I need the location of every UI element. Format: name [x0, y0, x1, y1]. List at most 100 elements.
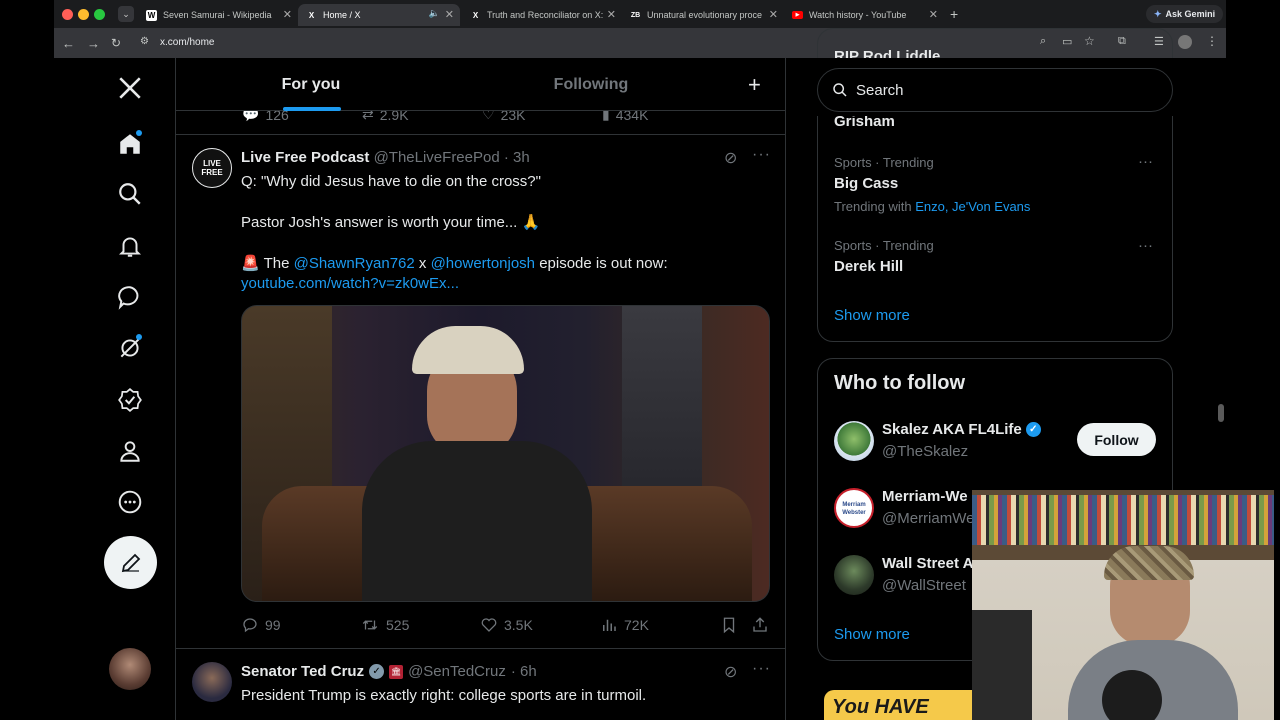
promo-banner[interactable]: You HAVE	[824, 690, 974, 720]
x-home-logo-icon[interactable]	[110, 68, 150, 108]
notification-dot	[136, 130, 142, 136]
us-government-icon: 🏛	[389, 664, 404, 679]
home-icon[interactable]	[110, 124, 150, 164]
previous-post-actions: 💬 126 ⇄ 2.9K ♡ 23K ▮ 434K	[176, 111, 785, 135]
gemini-sparkle-icon: ✦	[1154, 8, 1162, 19]
minimize-window-button[interactable]	[78, 9, 89, 20]
ask-gemini-button[interactable]: ✦ Ask Gemini	[1146, 5, 1224, 23]
user-name[interactable]: Wall Street A	[882, 555, 973, 572]
post-time[interactable]: · 6h	[511, 663, 537, 680]
close-window-button[interactable]	[62, 9, 73, 20]
post-live-free-podcast[interactable]: LIVE FREE Live Free Podcast @TheLiveFree…	[176, 136, 785, 649]
author-name[interactable]: Senator Ted Cruz	[241, 663, 364, 680]
profile-avatar-icon[interactable]	[1178, 35, 1192, 49]
user-avatar[interactable]	[834, 421, 874, 461]
post-senator-ted-cruz[interactable]: Senator Ted Cruz ✓ 🏛 @SenTedCruz · 6h ⊘ …	[176, 650, 785, 720]
account-avatar[interactable]	[109, 648, 151, 690]
messages-icon[interactable]	[110, 277, 150, 317]
close-tab-icon[interactable]: ✕	[929, 8, 938, 21]
user-avatar[interactable]: Merriam Webster	[834, 488, 874, 528]
tab-home-x[interactable]: X Home / X 🔈 ✕	[298, 4, 460, 26]
tab-label: Truth and Reconciliator on X:	[487, 10, 604, 20]
tab-youtube-history[interactable]: ▶ Watch history - YouTube ✕	[784, 4, 944, 26]
post-more-icon[interactable]: ···	[752, 146, 771, 164]
repost-count: 2.9K	[379, 111, 409, 123]
like-button[interactable]: ♡ 23K	[482, 111, 525, 123]
follow-show-more-link[interactable]: Show more	[834, 626, 910, 643]
repost-button[interactable]: ⇄ 2.9K	[362, 111, 409, 123]
views-button[interactable]: ▮ 434K	[602, 111, 648, 123]
close-tab-icon[interactable]: ✕	[445, 8, 454, 21]
more-options-icon[interactable]	[110, 482, 150, 522]
user-handle: @WallStreet	[882, 577, 966, 594]
grok-explain-icon[interactable]: ⊘	[724, 662, 737, 682]
follow-suggestion[interactable]: Skalez AKA FL4Life ✓ @TheSkalez Follow	[818, 417, 1172, 479]
follow-button[interactable]: Follow	[1077, 423, 1156, 456]
trends-show-more-link[interactable]: Show more	[834, 307, 910, 324]
tab-unnatural-evolutionary[interactable]: ZB Unnatural evolutionary proce ✕	[622, 4, 784, 26]
user-avatar[interactable]	[834, 555, 874, 595]
post-more-icon[interactable]: ···	[752, 660, 771, 678]
site-info-icon[interactable]: ⚙	[140, 36, 149, 47]
user-name[interactable]: Skalez AKA FL4Life	[882, 421, 1022, 438]
back-icon[interactable]: ←	[62, 36, 75, 51]
like-button[interactable]: 3.5K	[480, 616, 533, 634]
explore-search-icon[interactable]	[110, 174, 150, 214]
forward-icon[interactable]: →	[87, 36, 100, 51]
maximize-window-button[interactable]	[94, 9, 105, 20]
author-handle[interactable]: @TheLiveFreePod	[374, 149, 500, 166]
reply-button[interactable]: 99	[241, 616, 281, 634]
user-name[interactable]: Merriam-We	[882, 488, 968, 505]
notifications-bell-icon[interactable]	[110, 226, 150, 266]
tab-truth-reconciliator[interactable]: X Truth and Reconciliator on X: ✕	[462, 4, 622, 26]
post-text: President Trump is exactly right: colleg…	[241, 687, 647, 704]
address-bar-input[interactable]: x.com/home	[160, 37, 214, 48]
feed-header: For you Following +	[176, 58, 785, 111]
post-video[interactable]	[241, 305, 770, 602]
active-tab-indicator	[283, 107, 341, 111]
author-avatar[interactable]: LIVE FREE	[192, 148, 232, 188]
trend-more-icon[interactable]: ···	[1138, 237, 1153, 254]
author-handle[interactable]: @SenTedCruz	[408, 663, 506, 680]
post-time[interactable]: · 3h	[504, 149, 530, 166]
trend-item[interactable]: Sports · Trending Big Cass Trending with…	[818, 147, 1172, 229]
trend-item[interactable]: Sports · Trending Derek Hill ···	[818, 231, 1172, 291]
repost-button[interactable]: 525	[360, 616, 409, 634]
search-input[interactable]: Search	[817, 68, 1173, 112]
reply-icon: 💬	[242, 111, 260, 122]
page-scrollbar[interactable]	[1218, 404, 1224, 422]
mention-link[interactable]: @howertonjosh	[431, 255, 535, 272]
reply-button[interactable]: 💬 126	[242, 111, 289, 123]
verified-orgs-icon[interactable]	[110, 380, 150, 420]
more-menu-icon[interactable]: ⋮	[1206, 34, 1218, 48]
tab-search-chevron-icon[interactable]: ⌄	[118, 6, 134, 22]
zb-logo-icon: ZB	[630, 11, 641, 19]
reload-icon[interactable]: ↻	[111, 36, 121, 50]
youtube-link[interactable]: youtube.com/watch?v=zk0wEx...	[241, 274, 771, 294]
speaker-icon[interactable]: 🔈	[429, 8, 440, 19]
close-tab-icon[interactable]: ✕	[607, 8, 616, 21]
profile-icon[interactable]	[110, 431, 150, 471]
mention-link[interactable]: @ShawnRyan762	[294, 255, 415, 272]
blue-verified-badge-icon: ✓	[1025, 422, 1041, 437]
bookmark-icon[interactable]	[720, 615, 738, 640]
grok-icon[interactable]	[110, 328, 150, 368]
views-button[interactable]: 72K	[600, 616, 649, 634]
siren-text: 🚨 The	[241, 255, 294, 272]
share-icon[interactable]	[751, 615, 769, 640]
trending-with-links[interactable]: Enzo, Je'Von Evans	[915, 199, 1030, 214]
compose-post-button[interactable]	[104, 536, 157, 589]
tab-following[interactable]: Following	[466, 58, 716, 111]
author-avatar[interactable]	[192, 662, 232, 702]
heart-icon: ♡	[482, 111, 495, 122]
who-to-follow-title: Who to follow	[834, 372, 966, 394]
tab-for-you[interactable]: For you	[176, 58, 446, 111]
new-tab-button[interactable]: +	[950, 6, 958, 22]
author-name[interactable]: Live Free Podcast	[241, 149, 369, 166]
grok-explain-icon[interactable]: ⊘	[724, 148, 737, 168]
close-tab-icon[interactable]: ✕	[769, 8, 778, 21]
close-tab-icon[interactable]: ✕	[283, 8, 292, 21]
tab-seven-samurai[interactable]: W Seven Samurai - Wikipedia ✕	[138, 4, 298, 26]
add-feed-plus-icon[interactable]: +	[748, 72, 761, 98]
trend-more-icon[interactable]: ···	[1138, 153, 1153, 170]
